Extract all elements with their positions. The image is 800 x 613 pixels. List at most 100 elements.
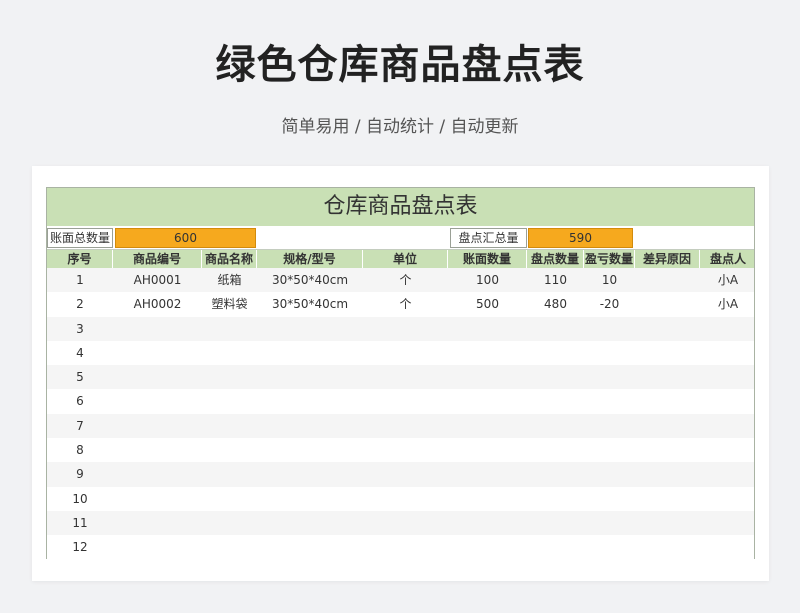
table-cell[interactable] (257, 487, 363, 511)
table-cell[interactable] (202, 487, 257, 511)
table-cell[interactable] (202, 535, 257, 559)
table-cell[interactable] (584, 414, 635, 438)
table-cell[interactable] (113, 317, 202, 341)
table-cell[interactable] (202, 317, 257, 341)
table-cell[interactable]: 10 (47, 487, 113, 511)
book-total-value[interactable]: 600 (115, 228, 256, 248)
table-cell[interactable] (527, 414, 584, 438)
table-cell[interactable] (584, 487, 635, 511)
table-cell[interactable] (584, 535, 635, 559)
table-cell[interactable] (635, 365, 700, 389)
table-cell[interactable] (113, 511, 202, 535)
table-cell[interactable] (448, 535, 527, 559)
table-cell[interactable]: -20 (584, 292, 635, 316)
table-cell[interactable] (584, 511, 635, 535)
table-cell[interactable] (635, 511, 700, 535)
table-cell[interactable] (257, 414, 363, 438)
table-cell[interactable]: 纸箱 (202, 268, 257, 292)
table-cell[interactable]: 塑料袋 (202, 292, 257, 316)
table-cell[interactable]: 10 (584, 268, 635, 292)
table-cell[interactable] (113, 438, 202, 462)
table-cell[interactable] (448, 462, 527, 486)
table-cell[interactable]: AH0001 (113, 268, 202, 292)
table-cell[interactable] (202, 341, 257, 365)
table-cell[interactable] (700, 317, 756, 341)
table-cell[interactable]: 6 (47, 389, 113, 413)
table-cell[interactable] (202, 462, 257, 486)
table-cell[interactable] (700, 462, 756, 486)
table-cell[interactable] (584, 365, 635, 389)
table-cell[interactable] (700, 365, 756, 389)
table-cell[interactable] (202, 389, 257, 413)
table-cell[interactable]: 500 (448, 292, 527, 316)
table-cell[interactable] (257, 535, 363, 559)
table-cell[interactable]: AH0002 (113, 292, 202, 316)
table-cell[interactable] (113, 365, 202, 389)
table-cell[interactable] (635, 438, 700, 462)
table-cell[interactable] (363, 535, 448, 559)
table-cell[interactable] (700, 511, 756, 535)
table-cell[interactable] (635, 292, 700, 316)
table-cell[interactable] (202, 414, 257, 438)
table-cell[interactable] (635, 317, 700, 341)
table-cell[interactable] (257, 438, 363, 462)
table-cell[interactable] (635, 462, 700, 486)
table-cell[interactable]: 小A (700, 268, 756, 292)
table-cell[interactable]: 4 (47, 341, 113, 365)
table-cell[interactable] (700, 389, 756, 413)
table-cell[interactable] (363, 317, 448, 341)
table-cell[interactable] (527, 487, 584, 511)
table-cell[interactable] (448, 341, 527, 365)
table-cell[interactable] (635, 341, 700, 365)
table-cell[interactable] (363, 365, 448, 389)
table-cell[interactable] (448, 365, 527, 389)
table-cell[interactable] (527, 511, 584, 535)
table-cell[interactable]: 12 (47, 535, 113, 559)
table-cell[interactable] (700, 414, 756, 438)
table-cell[interactable] (202, 438, 257, 462)
table-cell[interactable] (363, 438, 448, 462)
table-cell[interactable] (363, 341, 448, 365)
table-cell[interactable] (584, 438, 635, 462)
table-cell[interactable]: 个 (363, 268, 448, 292)
table-cell[interactable] (363, 462, 448, 486)
table-cell[interactable] (527, 341, 584, 365)
table-cell[interactable]: 30*50*40cm (257, 268, 363, 292)
table-cell[interactable] (257, 365, 363, 389)
table-cell[interactable]: 7 (47, 414, 113, 438)
table-cell[interactable] (202, 365, 257, 389)
table-cell[interactable]: 480 (527, 292, 584, 316)
table-cell[interactable] (113, 487, 202, 511)
table-cell[interactable] (700, 535, 756, 559)
table-cell[interactable] (635, 389, 700, 413)
table-cell[interactable] (448, 487, 527, 511)
table-cell[interactable]: 1 (47, 268, 113, 292)
table-cell[interactable] (363, 511, 448, 535)
table-cell[interactable]: 3 (47, 317, 113, 341)
table-cell[interactable] (584, 317, 635, 341)
table-cell[interactable] (448, 511, 527, 535)
table-cell[interactable] (527, 365, 584, 389)
table-cell[interactable]: 5 (47, 365, 113, 389)
table-cell[interactable] (113, 389, 202, 413)
table-cell[interactable] (527, 438, 584, 462)
table-cell[interactable] (363, 487, 448, 511)
table-cell[interactable] (635, 535, 700, 559)
table-cell[interactable] (635, 268, 700, 292)
table-cell[interactable] (448, 438, 527, 462)
table-cell[interactable] (527, 317, 584, 341)
table-cell[interactable] (700, 487, 756, 511)
table-cell[interactable] (113, 414, 202, 438)
table-cell[interactable] (527, 535, 584, 559)
table-cell[interactable]: 30*50*40cm (257, 292, 363, 316)
table-cell[interactable] (527, 389, 584, 413)
table-cell[interactable] (363, 389, 448, 413)
table-cell[interactable]: 个 (363, 292, 448, 316)
table-cell[interactable] (635, 414, 700, 438)
table-cell[interactable]: 110 (527, 268, 584, 292)
table-cell[interactable] (448, 414, 527, 438)
table-cell[interactable] (635, 487, 700, 511)
table-cell[interactable] (448, 317, 527, 341)
table-cell[interactable]: 8 (47, 438, 113, 462)
table-cell[interactable] (700, 438, 756, 462)
